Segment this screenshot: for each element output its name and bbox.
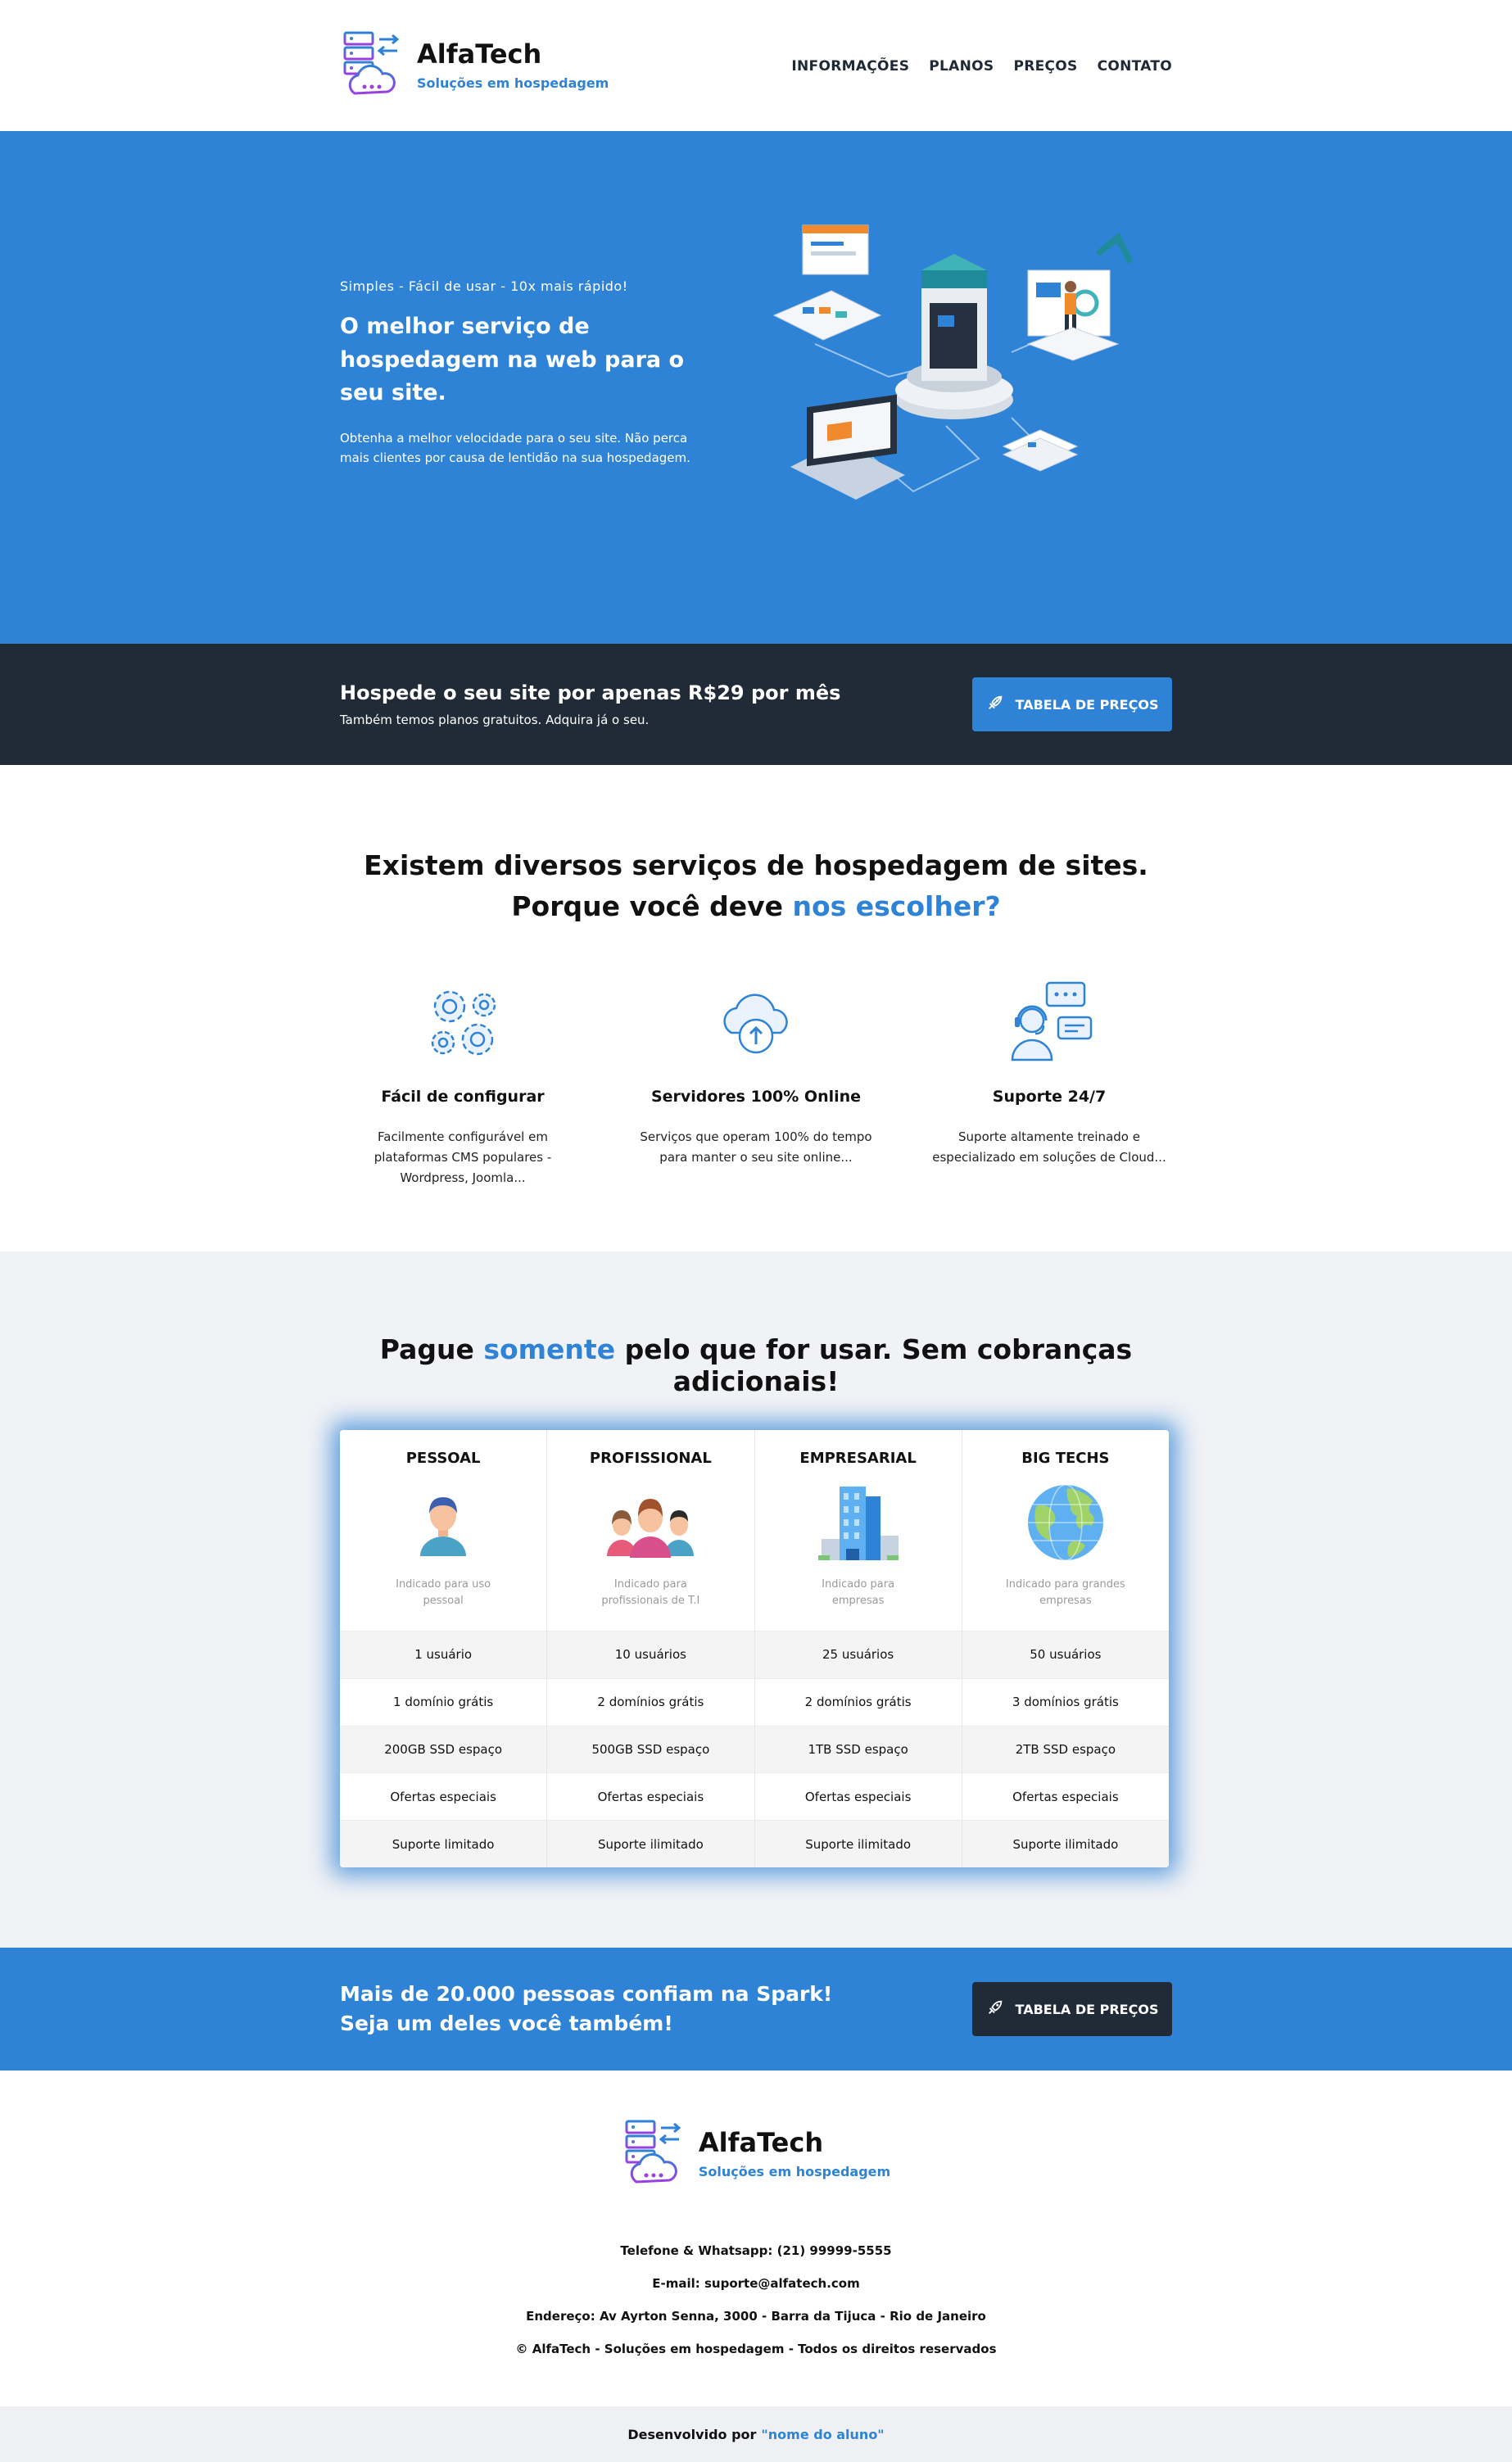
plan-feature-users: 50 usuários	[962, 1631, 1169, 1678]
plan-name: PROFISSIONAL	[589, 1450, 712, 1467]
features-section: Existem diversos serviços de hospedagem …	[0, 765, 1512, 1251]
promo-banner: Hospede o seu site por apenas R$29 por m…	[0, 644, 1512, 765]
plan-feature-domains: 2 domínios grátis	[754, 1677, 962, 1726]
features-heading: Existem diversos serviços de hospedagem …	[340, 845, 1172, 926]
building-icon	[755, 1473, 962, 1572]
footer-address: Endereço: Av Ayrton Senna, 3000 - Barra …	[526, 2309, 986, 2324]
plan-feature-offers: Ofertas especiais	[754, 1772, 962, 1820]
pricing-heading-suffix: pelo que for usar. Sem cobranças adicion…	[615, 1333, 1133, 1397]
plan-indicated-for: Indicado para empresas	[822, 1578, 895, 1608]
feature-description: Serviços que operam 100% do tempo para m…	[640, 1129, 872, 1165]
rocket-icon	[986, 1998, 1004, 2020]
brand-tagline: Soluções em hospedagem	[417, 75, 609, 92]
feature-description: Facilmente configurável em plataformas C…	[373, 1129, 552, 1185]
nav-item-planos[interactable]: PLANOS	[929, 58, 994, 75]
pricing-section: Pague somente pelo que for usar. Sem cob…	[0, 1251, 1512, 1948]
plan-feature-space: 2TB SSD espaço	[962, 1725, 1169, 1773]
plan-feature-domains: 1 domínio grátis	[340, 1677, 547, 1726]
plan-indicated-for: Indicado para grandes empresas	[1005, 1578, 1125, 1608]
hosting-illustration	[766, 221, 1151, 541]
footer-copyright: © AlfaTech - Soluções em hospedagem - To…	[515, 2342, 997, 2356]
plan-feature-support: Suporte ilimitado	[547, 1820, 754, 1867]
nav-item-contato[interactable]: CONTATO	[1098, 58, 1172, 75]
plan-indicated-for: Indicado para uso pessoal	[396, 1578, 491, 1608]
gears-icon	[340, 978, 586, 1068]
pricing-table-button-label: TABELA DE PREÇOS	[1015, 696, 1159, 713]
support-agent-icon	[926, 978, 1172, 1068]
pricing-heading-highlight: somente	[483, 1333, 616, 1365]
pricing-table-button-secondary[interactable]: TABELA DE PREÇOS	[972, 1982, 1172, 2036]
plan-feature-support: Suporte ilimitado	[962, 1820, 1169, 1867]
footer-brand-logo[interactable]: AlfaTech Soluções em hospedagem	[622, 2118, 890, 2190]
hero-title: O melhor serviço de hospedagem na web pa…	[340, 314, 685, 405]
hero-section: Simples - Fácil de usar - 10x mais rápid…	[0, 131, 1512, 644]
team-icon	[547, 1473, 754, 1572]
plan-feature-users: 25 usuários	[754, 1631, 962, 1678]
plan-feature-support: Suporte ilimitado	[754, 1820, 962, 1867]
footer-email: E-mail: suporte@alfatech.com	[652, 2276, 860, 2291]
pricing-heading: Pague somente pelo que for usar. Sem cob…	[324, 1333, 1188, 1397]
feature-title: Suporte 24/7	[992, 1088, 1107, 1106]
features-heading-line1: Existem diversos serviços de hospedagem …	[364, 849, 1148, 881]
plan-feature-offers: Ofertas especiais	[547, 1772, 754, 1820]
cloud-upload-icon	[633, 978, 879, 1068]
plan-feature-users: 1 usuário	[340, 1631, 547, 1678]
server-cloud-logo-icon	[340, 29, 405, 102]
plan-feature-domains: 2 domínios grátis	[547, 1677, 754, 1726]
site-header: AlfaTech Soluções em hospedagem INFORMAÇ…	[0, 0, 1512, 131]
features-heading-line2: Porque você deve	[511, 889, 793, 922]
trust-line-1: Mais de 20.000 pessoas confiam na Spark!	[340, 1981, 833, 2006]
credits-bar: Desenvolvido por "nome do aluno"	[0, 2406, 1512, 2462]
nav-item-informacoes[interactable]: INFORMAÇÕES	[791, 58, 909, 75]
pricing-table: PESSOAL Indicado para uso pessoal 1 usuá…	[340, 1430, 1169, 1867]
credits-prefix: Desenvolvido por	[627, 2426, 757, 2442]
feature-title: Fácil de configurar	[381, 1088, 545, 1106]
site-footer: AlfaTech Soluções em hospedagem Telefone…	[0, 2071, 1512, 2406]
nav-item-precos[interactable]: PREÇOS	[1013, 58, 1077, 75]
brand-name: AlfaTech	[417, 38, 542, 70]
plan-feature-domains: 3 domínios grátis	[962, 1677, 1169, 1726]
trust-banner: Mais de 20.000 pessoas confiam na Spark!…	[0, 1948, 1512, 2071]
plan-feature-offers: Ofertas especiais	[962, 1772, 1169, 1820]
rocket-icon	[986, 694, 1004, 715]
plan-feature-space: 1TB SSD espaço	[754, 1725, 962, 1773]
hero-description: Obtenha a melhor velocidade para o seu s…	[340, 430, 690, 466]
plan-name: BIG TECHS	[1021, 1450, 1110, 1467]
plan-indicated-for: Indicado para profissionais de T.I	[601, 1578, 700, 1608]
plan-column-big-techs[interactable]: BIG TECHS Indicado para grandes empresas…	[962, 1430, 1169, 1867]
promo-title: Hospede o seu site por apenas R$29 por m…	[340, 681, 841, 704]
plan-feature-users: 10 usuários	[547, 1631, 754, 1678]
pricing-table-button[interactable]: TABELA DE PREÇOS	[972, 677, 1172, 731]
main-nav: INFORMAÇÕES PLANOS PREÇOS CONTATO	[791, 58, 1172, 75]
brand-name: AlfaTech	[698, 2126, 824, 2158]
feature-description: Suporte altamente treinado e especializa…	[932, 1129, 1166, 1165]
server-cloud-logo-icon	[622, 2118, 687, 2190]
plan-name: PESSOAL	[405, 1450, 481, 1467]
plan-feature-offers: Ofertas especiais	[340, 1772, 547, 1820]
brand-logo[interactable]: AlfaTech Soluções em hospedagem	[340, 29, 609, 102]
pricing-table-button-label: TABELA DE PREÇOS	[1015, 2001, 1159, 2017]
footer-phone: Telefone & Whatsapp: (21) 99999-5555	[620, 2243, 892, 2258]
feature-online-servers: Servidores 100% Online Serviços que oper…	[633, 978, 879, 1168]
plan-column-empresarial[interactable]: EMPRESARIAL Indicado para empresas 25 us…	[754, 1430, 962, 1867]
trust-line-2: Seja um deles você também!	[340, 2012, 673, 2035]
feature-easy-config: Fácil de configurar Facilmente configurá…	[340, 978, 586, 1188]
promo-subtitle: Também temos planos gratuitos. Adquira j…	[340, 713, 650, 727]
person-icon	[340, 1473, 546, 1572]
hero-eyebrow: Simples - Fácil de usar - 10x mais rápid…	[340, 278, 628, 294]
plan-feature-space: 500GB SSD espaço	[547, 1725, 754, 1773]
plan-feature-support: Suporte limitado	[340, 1820, 547, 1867]
credits-author-link[interactable]: "nome do aluno"	[761, 2427, 884, 2442]
plan-column-profissional[interactable]: PROFISSIONAL Indicado para profissionais…	[547, 1430, 755, 1867]
plan-name: EMPRESARIAL	[799, 1450, 917, 1467]
globe-icon	[962, 1473, 1169, 1572]
feature-title: Servidores 100% Online	[650, 1088, 862, 1106]
plan-column-pessoal[interactable]: PESSOAL Indicado para uso pessoal 1 usuá…	[340, 1430, 548, 1867]
features-heading-highlight: nos escolher?	[792, 889, 1001, 922]
plan-feature-space: 200GB SSD espaço	[340, 1725, 547, 1773]
feature-support: Suporte 24/7 Suporte altamente treinado …	[926, 978, 1172, 1168]
pricing-heading-prefix: Pague	[379, 1333, 484, 1365]
brand-tagline: Soluções em hospedagem	[698, 2164, 891, 2180]
